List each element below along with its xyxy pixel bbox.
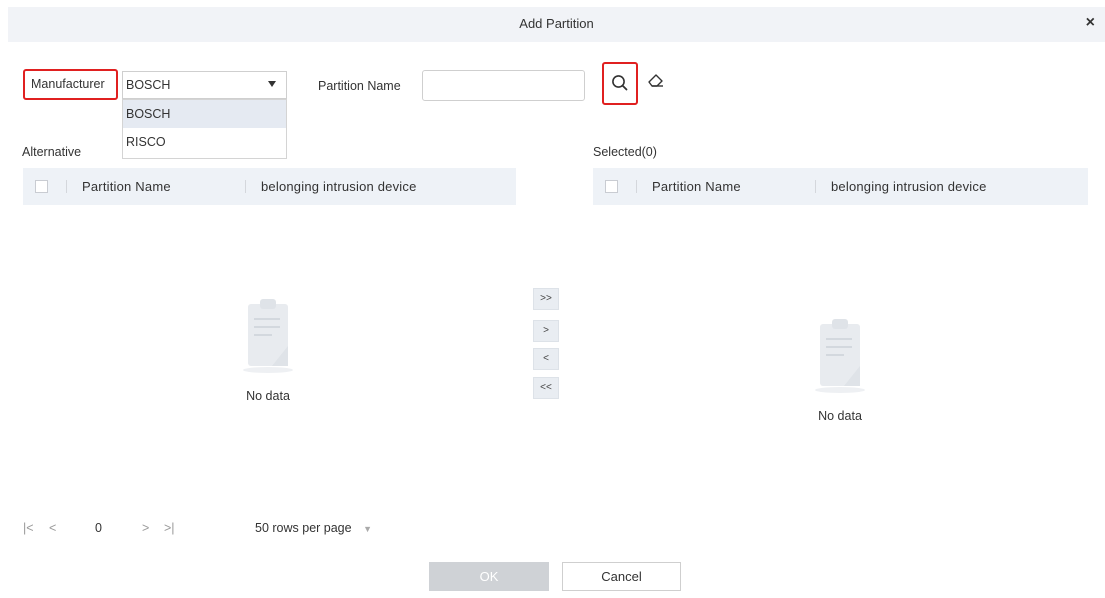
alternative-col-partition-name[interactable]: Partition Name <box>82 179 171 194</box>
selected-select-all-checkbox[interactable] <box>605 180 618 193</box>
manufacturer-dropdown: BOSCH RISCO <box>122 99 287 159</box>
move-all-right-button[interactable]: >> <box>533 288 559 310</box>
selected-label: Selected(0) <box>593 145 657 159</box>
first-page-button[interactable]: |< <box>23 521 34 535</box>
search-button[interactable] <box>602 62 638 105</box>
dialog-title: Add Partition <box>519 16 594 31</box>
prev-page-button[interactable]: < <box>49 521 56 535</box>
move-left-button[interactable]: < <box>533 348 559 370</box>
alternative-col-intrusion-device[interactable]: belonging intrusion device <box>261 179 417 194</box>
chevron-down-icon: ▼ <box>363 524 372 534</box>
dropdown-caret-icon <box>268 81 276 87</box>
selected-col-intrusion-device[interactable]: belonging intrusion device <box>831 179 987 194</box>
clear-button[interactable] <box>646 70 668 92</box>
dropdown-option-risco[interactable]: RISCO <box>123 128 286 156</box>
manufacturer-label: Manufacturer <box>23 69 118 100</box>
page-number: 0 <box>95 521 102 535</box>
rows-per-page-label: 50 rows per page <box>255 521 352 535</box>
close-icon[interactable]: × <box>1086 14 1095 32</box>
alternative-label: Alternative <box>22 145 82 159</box>
column-divider <box>245 180 246 193</box>
selected-col-partition-name[interactable]: Partition Name <box>652 179 741 194</box>
empty-clipboard-icon <box>815 319 865 393</box>
dialog-header: Add Partition × <box>8 7 1105 42</box>
eraser-icon <box>648 74 663 87</box>
selected-no-data-text: No data <box>818 409 862 423</box>
alternative-table-header: Partition Name belonging intrusion devic… <box>23 168 516 205</box>
search-icon <box>612 75 628 91</box>
selected-empty-state: No data <box>800 318 880 423</box>
column-divider <box>815 180 816 193</box>
rows-per-page-select[interactable]: 50 rows per page ▼ <box>255 521 372 535</box>
move-all-left-button[interactable]: << <box>533 377 559 399</box>
last-page-button[interactable]: >| <box>164 521 175 535</box>
dropdown-option-bosch[interactable]: BOSCH <box>123 100 286 128</box>
partition-name-label: Partition Name <box>318 79 401 93</box>
column-divider <box>66 180 67 193</box>
alternative-no-data-text: No data <box>246 389 290 403</box>
cancel-button[interactable]: Cancel <box>562 562 681 591</box>
move-right-button[interactable]: > <box>533 320 559 342</box>
selected-table-header: Partition Name belonging intrusion devic… <box>593 168 1088 205</box>
alternative-select-all-checkbox[interactable] <box>35 180 48 193</box>
manufacturer-select[interactable]: BOSCH <box>122 71 287 99</box>
manufacturer-selected-value: BOSCH <box>126 78 171 92</box>
empty-clipboard-icon <box>243 299 293 373</box>
ok-button[interactable]: OK <box>429 562 549 591</box>
column-divider <box>636 180 637 193</box>
next-page-button[interactable]: > <box>142 521 149 535</box>
alternative-empty-state: No data <box>228 298 308 403</box>
partition-name-input[interactable] <box>422 70 585 101</box>
